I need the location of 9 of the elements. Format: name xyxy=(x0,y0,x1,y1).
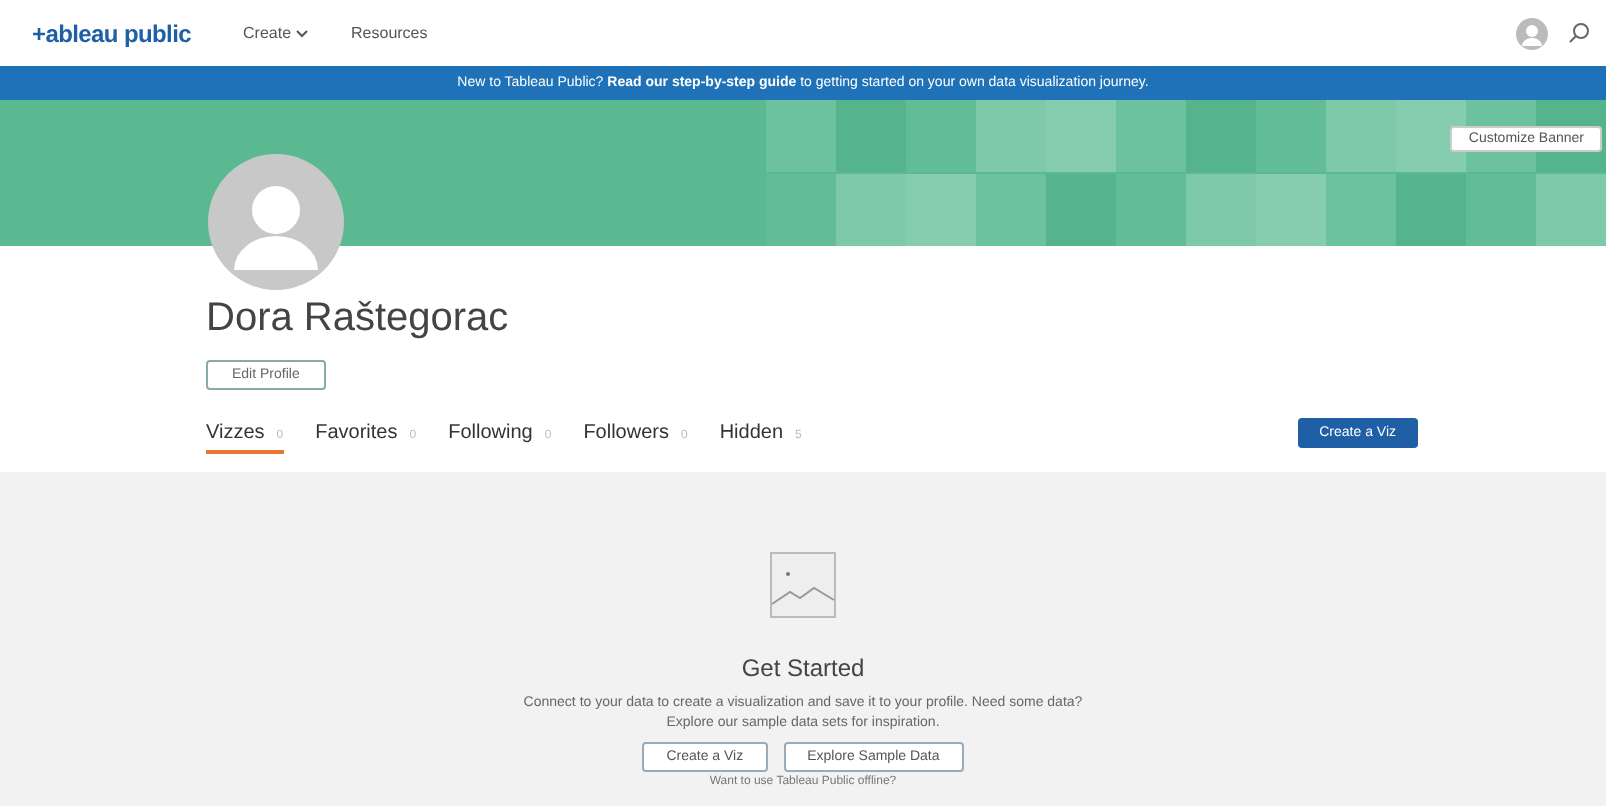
image-placeholder-icon xyxy=(770,552,836,618)
avatar-icon xyxy=(208,154,344,290)
chevron-icon xyxy=(295,29,308,37)
get-started-title: Get Started xyxy=(741,654,865,682)
nav-link[interactable]: Create xyxy=(243,24,308,42)
search-icon[interactable] xyxy=(1568,22,1590,44)
logo[interactable]: +ableau public xyxy=(32,19,191,47)
profile-name: Dora Raštegorac xyxy=(206,296,511,342)
nav-link[interactable]: Resources xyxy=(351,24,428,42)
